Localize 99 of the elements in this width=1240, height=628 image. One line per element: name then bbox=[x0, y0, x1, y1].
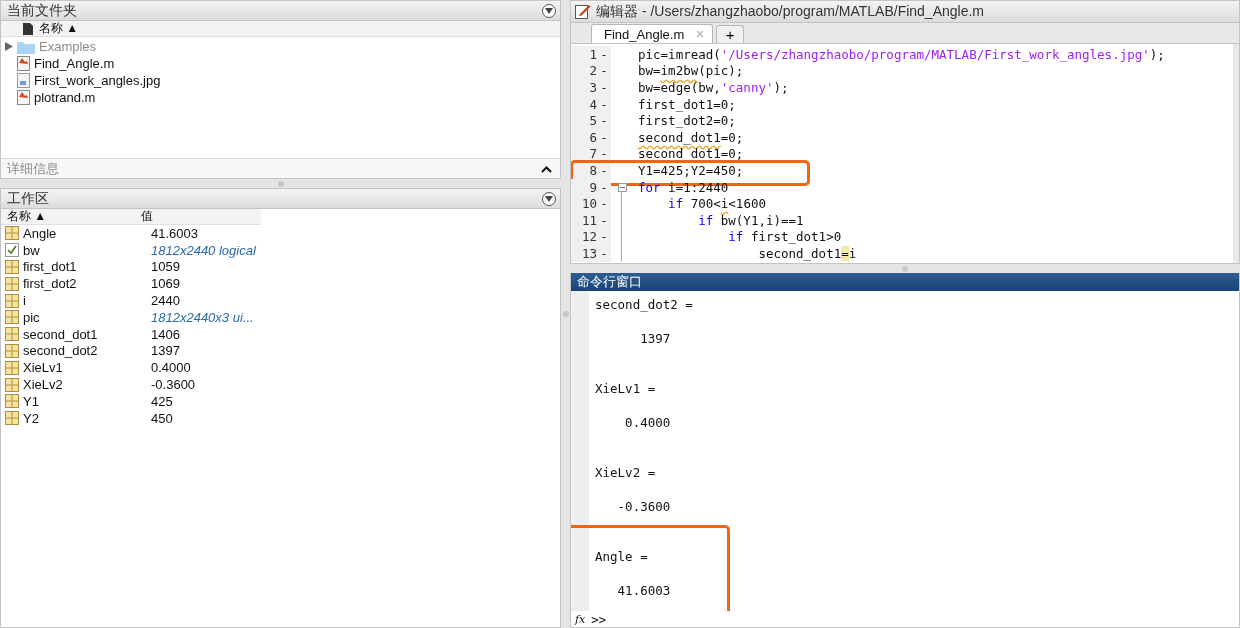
code-line: second_dot1=i bbox=[757, 245, 857, 261]
function-icon[interactable]: fx bbox=[575, 612, 586, 626]
splitter-handle[interactable] bbox=[562, 311, 569, 317]
output-value: 41.6003 bbox=[616, 583, 672, 600]
variable-value: 1397 bbox=[151, 343, 180, 359]
code-line: first_dot1=0; bbox=[637, 96, 736, 112]
line-number: 5 bbox=[571, 112, 597, 129]
grid-icon bbox=[5, 226, 19, 241]
breakpoint-marker[interactable]: - bbox=[597, 195, 611, 212]
panel-title: 当前文件夹 bbox=[7, 1, 77, 20]
code-line: if first_dot1>0 bbox=[727, 229, 842, 245]
variable-name[interactable]: Y2 bbox=[23, 410, 151, 426]
line-number: 10 bbox=[571, 195, 597, 212]
code-line: second_dot1=0; bbox=[637, 129, 744, 145]
variable-name[interactable]: second_dot1 bbox=[23, 326, 151, 342]
variable-name[interactable]: second_dot2 bbox=[23, 343, 151, 359]
dropdown-icon bbox=[545, 7, 553, 14]
checkmark-icon bbox=[5, 243, 19, 258]
variable-value: 41.6003 bbox=[151, 225, 198, 241]
output-line: XieLv1 = bbox=[595, 381, 657, 398]
grid-icon bbox=[5, 360, 19, 375]
details-label: 详细信息 bbox=[7, 159, 59, 178]
variable-value: 1059 bbox=[151, 259, 180, 275]
variable-value: 450 bbox=[151, 410, 173, 426]
panel-menu-button[interactable] bbox=[542, 3, 556, 18]
line-number: 1 bbox=[571, 46, 597, 63]
variable-name[interactable]: XieLv2 bbox=[23, 377, 151, 393]
splitter-handle[interactable] bbox=[902, 265, 908, 272]
collapsed-arrow-icon[interactable] bbox=[4, 42, 14, 51]
minus-icon bbox=[619, 186, 625, 188]
output-line: second_dot2 = bbox=[595, 297, 694, 314]
code-line: bw=im2bw(pic); bbox=[637, 63, 744, 79]
output-value: 0.4000 bbox=[624, 415, 672, 432]
grid-icon bbox=[5, 343, 19, 358]
code-line: bw=edge(bw,'canny'); bbox=[637, 80, 789, 95]
breakpoint-marker[interactable]: - bbox=[597, 79, 611, 96]
panel-title: 工作区 bbox=[7, 189, 49, 208]
breakpoint-marker[interactable]: - bbox=[597, 245, 611, 262]
grid-icon bbox=[5, 394, 19, 409]
file-name[interactable]: Find_Angle.m bbox=[34, 56, 115, 71]
image-file-icon bbox=[17, 73, 30, 88]
grid-icon bbox=[5, 276, 19, 291]
fold-toggle[interactable] bbox=[617, 182, 627, 192]
variable-value: 1812x2440x3 ui... bbox=[151, 309, 254, 325]
command-prompt[interactable]: >> bbox=[591, 611, 607, 627]
variable-name[interactable]: i bbox=[23, 293, 151, 309]
m-file-icon bbox=[17, 56, 30, 71]
variable-name[interactable]: bw bbox=[23, 242, 151, 258]
folder-icon bbox=[17, 39, 35, 54]
code-line: first_dot2=0; bbox=[637, 113, 736, 129]
grid-icon bbox=[5, 411, 19, 426]
variable-name[interactable]: pic bbox=[23, 309, 151, 325]
grid-icon bbox=[5, 260, 19, 274]
new-tab-button[interactable]: + bbox=[716, 25, 745, 43]
dropdown-icon bbox=[545, 195, 553, 202]
variable-name[interactable]: Angle bbox=[23, 225, 151, 241]
editor-title: 编辑器 - /Users/zhangzhaobo/program/MATLAB/Find_Angle.m bbox=[596, 2, 984, 21]
variable-name[interactable]: Y1 bbox=[23, 393, 151, 409]
variable-value: 1812x2440 logical bbox=[151, 242, 256, 258]
variable-value: 0.4000 bbox=[151, 360, 191, 376]
grid-icon bbox=[5, 377, 19, 392]
variable-value: 2440 bbox=[151, 293, 180, 309]
line-number: 13 bbox=[571, 245, 597, 262]
chevron-up-icon bbox=[541, 165, 552, 173]
panel-title: 命令行窗口 bbox=[577, 273, 642, 291]
variable-value: -0.3600 bbox=[151, 377, 196, 393]
output-line: Angle = bbox=[595, 549, 649, 566]
panel-menu-button[interactable] bbox=[542, 191, 556, 206]
variable-value: 425 bbox=[151, 393, 173, 409]
pencil-icon bbox=[575, 4, 591, 19]
variable-name[interactable]: first_dot2 bbox=[23, 276, 151, 292]
code-line: Y1=425;Y2=450; bbox=[637, 162, 744, 178]
line-number: 3 bbox=[571, 79, 597, 96]
output-value: 1397 bbox=[639, 331, 672, 348]
breakpoint-marker[interactable]: - bbox=[597, 112, 611, 129]
file-name[interactable]: First_work_angles.jpg bbox=[34, 73, 161, 88]
file-name[interactable]: plotrand.m bbox=[34, 90, 96, 105]
column-header[interactable]: 名称 ▲ bbox=[1, 208, 135, 225]
grid-icon bbox=[5, 310, 19, 325]
code-line: pic=imread('/Users/zhangzhaobo/program/MATLAB/First_work_angles.jpg'); bbox=[637, 46, 1165, 62]
breakpoint-marker[interactable]: - bbox=[597, 46, 611, 63]
variable-name[interactable]: first_dot1 bbox=[23, 259, 151, 275]
variable-value: 1069 bbox=[151, 276, 180, 292]
code-line: if 700<i<1600 bbox=[667, 196, 766, 212]
column-header[interactable]: 值 bbox=[135, 208, 153, 225]
variable-value: 1406 bbox=[151, 326, 180, 342]
column-header[interactable]: 名称 ▲ bbox=[33, 20, 79, 37]
file-name[interactable]: Examples bbox=[39, 39, 97, 54]
output-value: -0.3600 bbox=[616, 499, 672, 516]
splitter-handle[interactable] bbox=[277, 180, 284, 187]
code-line: second_dot1=0; bbox=[637, 146, 744, 162]
grid-icon bbox=[5, 293, 19, 308]
file-tab[interactable]: Find_Angle.m bbox=[591, 24, 714, 43]
variable-name[interactable]: XieLv1 bbox=[23, 360, 151, 376]
grid-icon bbox=[5, 327, 19, 342]
m-file-icon bbox=[17, 90, 30, 105]
document-icon bbox=[23, 22, 33, 35]
code-line: if bw(Y1,i)==1 bbox=[697, 212, 804, 228]
output-line: XieLv2 = bbox=[595, 465, 657, 482]
